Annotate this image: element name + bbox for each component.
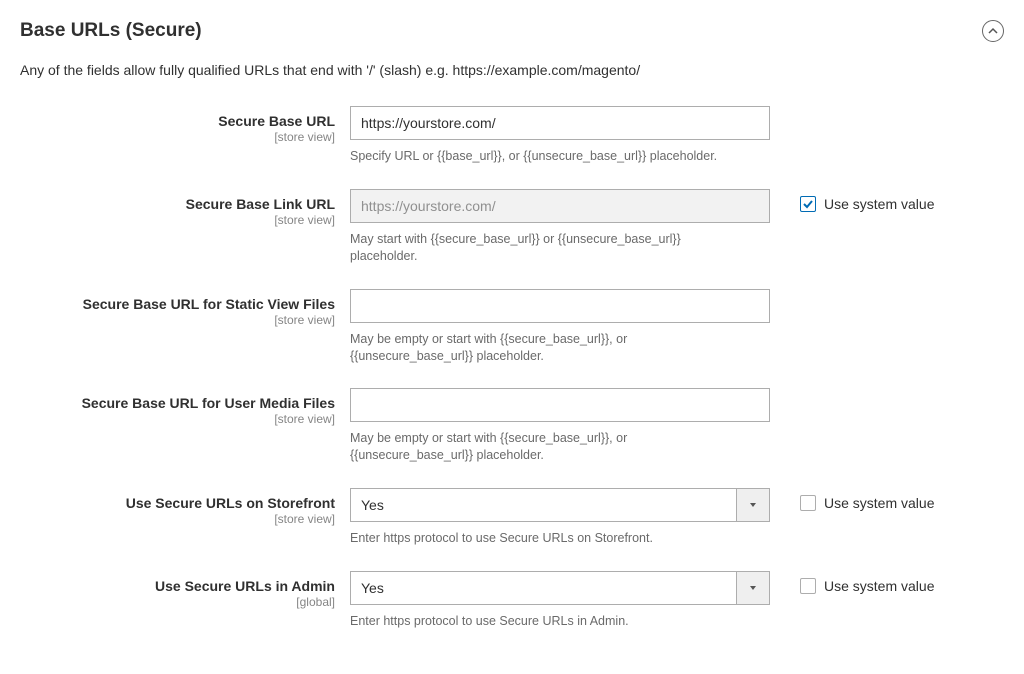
secure-base-static-input[interactable]	[350, 289, 770, 323]
section-description: Any of the fields allow fully qualified …	[20, 62, 1004, 78]
use-system-label[interactable]: Use system value	[824, 196, 934, 212]
secure-base-media-input[interactable]	[350, 388, 770, 422]
field-hint: May be empty or start with {{secure_base…	[350, 331, 740, 365]
input-col: May be empty or start with {{secure_base…	[350, 388, 770, 464]
label-col: Secure Base URL [store view]	[20, 106, 350, 144]
section-title: Base URLs (Secure)	[20, 20, 202, 42]
use-system-label[interactable]: Use system value	[824, 578, 934, 594]
field-label: Secure Base URL for User Media Files	[20, 395, 335, 411]
check-icon	[802, 198, 814, 210]
label-col: Use Secure URLs on Storefront [store vie…	[20, 488, 350, 526]
field-use-secure-admin: Use Secure URLs in Admin [global] Yes En…	[20, 571, 1004, 630]
field-hint: May start with {{secure_base_url}} or {{…	[350, 231, 740, 265]
select-wrap: Yes	[350, 571, 770, 605]
field-secure-base-media: Secure Base URL for User Media Files [st…	[20, 388, 1004, 464]
field-hint: Enter https protocol to use Secure URLs …	[350, 613, 740, 630]
field-label: Secure Base URL	[20, 113, 335, 129]
field-scope: [store view]	[20, 213, 335, 227]
collapse-toggle[interactable]	[982, 20, 1004, 42]
label-col: Secure Base URL for User Media Files [st…	[20, 388, 350, 426]
field-use-secure-storefront: Use Secure URLs on Storefront [store vie…	[20, 488, 1004, 547]
use-system-col: Use system value	[770, 571, 934, 594]
use-system-checkbox[interactable]	[800, 196, 816, 212]
secure-base-url-input[interactable]	[350, 106, 770, 140]
label-col: Use Secure URLs in Admin [global]	[20, 571, 350, 609]
label-col: Secure Base URL for Static View Files [s…	[20, 289, 350, 327]
field-scope: [store view]	[20, 412, 335, 426]
field-scope: [store view]	[20, 130, 335, 144]
use-system-checkbox[interactable]	[800, 578, 816, 594]
field-scope: [store view]	[20, 313, 335, 327]
field-label: Secure Base Link URL	[20, 196, 335, 212]
chevron-up-icon	[988, 26, 998, 36]
field-secure-base-static: Secure Base URL for Static View Files [s…	[20, 289, 1004, 365]
use-secure-admin-select[interactable]: Yes	[350, 571, 770, 605]
select-wrap: Yes	[350, 488, 770, 522]
secure-base-link-url-input	[350, 189, 770, 223]
use-system-label[interactable]: Use system value	[824, 495, 934, 511]
section-header: Base URLs (Secure)	[20, 20, 1004, 42]
label-col: Secure Base Link URL [store view]	[20, 189, 350, 227]
input-col: Specify URL or {{base_url}}, or {{unsecu…	[350, 106, 770, 165]
use-system-col: Use system value	[770, 189, 934, 212]
field-scope: [global]	[20, 595, 335, 609]
field-secure-base-link-url: Secure Base Link URL [store view] May st…	[20, 189, 1004, 265]
input-col: Yes Enter https protocol to use Secure U…	[350, 488, 770, 547]
field-scope: [store view]	[20, 512, 335, 526]
input-col: May start with {{secure_base_url}} or {{…	[350, 189, 770, 265]
field-label: Use Secure URLs on Storefront	[20, 495, 335, 511]
field-label: Secure Base URL for Static View Files	[20, 296, 335, 312]
input-col: May be empty or start with {{secure_base…	[350, 289, 770, 365]
field-hint: May be empty or start with {{secure_base…	[350, 430, 740, 464]
use-system-checkbox[interactable]	[800, 495, 816, 511]
field-hint: Enter https protocol to use Secure URLs …	[350, 530, 740, 547]
input-col: Yes Enter https protocol to use Secure U…	[350, 571, 770, 630]
use-system-col: Use system value	[770, 488, 934, 511]
field-label: Use Secure URLs in Admin	[20, 578, 335, 594]
field-hint: Specify URL or {{base_url}}, or {{unsecu…	[350, 148, 740, 165]
field-secure-base-url: Secure Base URL [store view] Specify URL…	[20, 106, 1004, 165]
use-secure-storefront-select[interactable]: Yes	[350, 488, 770, 522]
